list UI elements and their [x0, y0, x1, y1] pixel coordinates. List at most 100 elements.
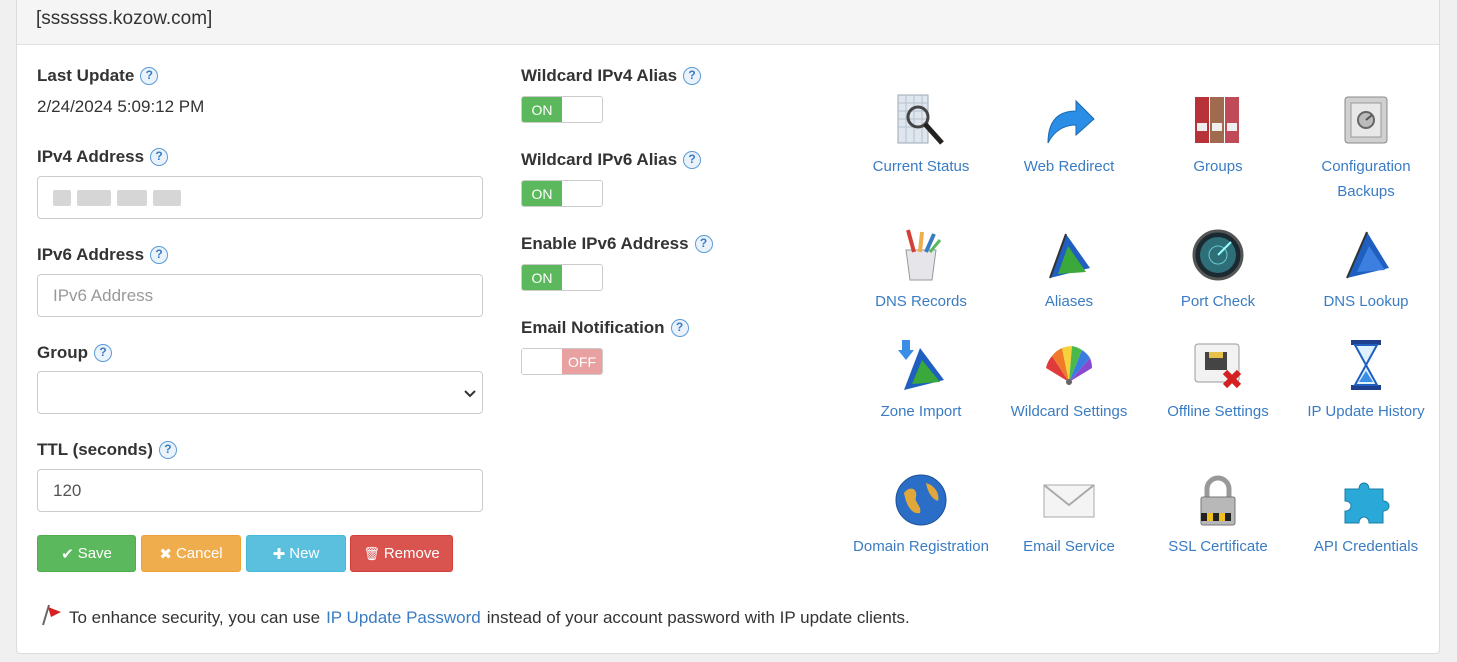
notice-text-prefix: To enhance security, you can use	[69, 607, 321, 627]
group-select[interactable]	[37, 371, 483, 414]
tile-label: Domain Registration	[853, 538, 989, 555]
ttl-label: TTL (seconds) ?	[37, 440, 177, 460]
ipv6-label-text: IPv6 Address	[37, 245, 145, 264]
redacted-ip-value	[53, 189, 181, 206]
ip-update-history-icon	[1338, 337, 1394, 393]
tile-port-check[interactable]: Port Check	[1144, 227, 1292, 314]
tile-domain-registration[interactable]: Domain Registration	[847, 472, 995, 559]
help-icon[interactable]: ?	[150, 246, 169, 264]
tile-label: Offline Settings	[1167, 403, 1269, 420]
toggle-on-state: ON	[522, 181, 562, 206]
help-icon[interactable]: ?	[683, 67, 702, 85]
tile-label: Port Check	[1180, 293, 1256, 310]
wildcard-ipv6-toggle[interactable]: ON	[521, 180, 603, 207]
ttl-label-text: TTL (seconds)	[37, 440, 153, 459]
ipv4-label-text: IPv4 Address	[37, 147, 145, 166]
zone-import-icon	[893, 337, 949, 393]
email-notification-label-text: Email Notification	[521, 318, 665, 337]
tile-label: DNS Records	[875, 293, 967, 310]
group-label-text: Group	[37, 343, 88, 362]
tile-wildcard-settings[interactable]: Wildcard Settings	[995, 337, 1143, 424]
tile-groups[interactable]: Groups	[1144, 92, 1292, 179]
help-icon[interactable]: ?	[158, 441, 177, 459]
enable-ipv6-toggle[interactable]: ON	[521, 264, 603, 291]
toggle-handle	[562, 97, 602, 122]
wildcard-ipv4-label-text: Wildcard IPv4 Alias	[521, 66, 678, 85]
configuration-backups-icon	[1338, 92, 1394, 148]
tile-aliases[interactable]: Aliases	[995, 227, 1143, 314]
tile-current-status[interactable]: Current Status	[847, 92, 995, 179]
last-update-label-text: Last Update	[37, 66, 135, 85]
help-icon[interactable]: ?	[683, 151, 702, 169]
toggle-handle	[562, 265, 602, 290]
tile-label: API Credentials	[1313, 538, 1419, 555]
tile-api-credentials[interactable]: API Credentials	[1292, 472, 1440, 559]
web-redirect-icon	[1041, 92, 1097, 148]
api-credentials-icon	[1338, 472, 1394, 528]
ipv4-address-input[interactable]	[37, 176, 483, 219]
help-icon[interactable]: ?	[670, 319, 689, 337]
group-label: Group ?	[37, 343, 112, 363]
tile-ip-update-history[interactable]: IP Update History	[1292, 337, 1440, 424]
tile-label: SSL Certificate	[1168, 538, 1268, 555]
help-icon[interactable]: ?	[94, 344, 112, 362]
tile-web-redirect[interactable]: Web Redirect	[995, 92, 1143, 179]
toggle-on-state: ON	[522, 265, 562, 290]
cancel-button-label: Cancel	[175, 545, 223, 562]
wildcard-settings-icon	[1041, 337, 1097, 393]
tile-label: Current Status	[872, 158, 970, 175]
tile-ssl-certificate[interactable]: SSL Certificate	[1144, 472, 1292, 559]
tile-offline-settings[interactable]: Offline Settings	[1144, 337, 1292, 424]
help-icon[interactable]: ?	[150, 148, 169, 166]
dns-records-icon	[893, 227, 949, 283]
toggle-handle	[562, 181, 602, 206]
wildcard-ipv6-label-text: Wildcard IPv6 Alias	[521, 150, 678, 169]
tile-email-service[interactable]: Email Service	[995, 472, 1143, 559]
save-button[interactable]: ✔ Save	[37, 535, 136, 572]
tile-label: IP Update History	[1307, 403, 1425, 420]
email-notification-toggle[interactable]: OFF	[521, 348, 603, 375]
port-check-icon	[1190, 227, 1246, 283]
close-icon: ✖	[159, 545, 172, 563]
groups-icon	[1190, 92, 1246, 148]
help-icon[interactable]: ?	[694, 235, 713, 253]
ipv6-label: IPv6 Address ?	[37, 245, 169, 265]
aliases-icon	[1041, 227, 1097, 283]
offline-settings-icon	[1190, 337, 1246, 393]
red-flag-icon	[39, 603, 63, 632]
tile-label: DNS Lookup	[1323, 293, 1409, 310]
new-button[interactable]: ✚ New	[246, 535, 346, 572]
cancel-button[interactable]: ✖ Cancel	[141, 535, 241, 572]
tile-label: Web Redirect	[1023, 158, 1115, 175]
tile-configuration-backups[interactable]: Configuration Backups	[1292, 92, 1440, 204]
toggle-off-state: OFF	[562, 349, 602, 374]
tile-label: Configuration Backups	[1321, 158, 1411, 200]
ipv6-address-input[interactable]: IPv6 Address	[37, 274, 483, 317]
ssl-certificate-icon	[1190, 472, 1246, 528]
ttl-input[interactable]: 120	[37, 469, 483, 512]
toggle-handle	[522, 349, 562, 374]
new-button-label: New	[289, 545, 320, 562]
check-icon: ✔	[61, 545, 74, 563]
save-button-label: Save	[77, 545, 112, 562]
domain-registration-icon	[893, 472, 949, 528]
email-notification-label: Email Notification ?	[521, 318, 689, 338]
wildcard-ipv4-toggle[interactable]: ON	[521, 96, 603, 123]
domain-panel: [sssssss.kozow.com] Last Update ? 2/24/2…	[16, 0, 1440, 654]
ip-update-password-link[interactable]: IP Update Password	[326, 608, 481, 628]
panel-title: [sssssss.kozow.com]	[17, 0, 1439, 45]
remove-button[interactable]: 🗑 Remove	[350, 535, 453, 572]
last-update-value: 2/24/2024 5:09:12 PM	[37, 97, 205, 116]
ipv4-label: IPv4 Address ?	[37, 147, 169, 167]
dns-lookup-icon	[1338, 227, 1394, 283]
tile-label: Aliases	[1044, 293, 1094, 310]
remove-button-label: Remove	[383, 545, 440, 562]
tile-dns-records[interactable]: DNS Records	[847, 227, 995, 314]
wildcard-ipv4-label: Wildcard IPv4 Alias ?	[521, 66, 702, 86]
last-update-label: Last Update ?	[37, 66, 159, 86]
help-icon[interactable]: ?	[140, 67, 159, 85]
tile-label: Groups	[1193, 158, 1243, 175]
tile-zone-import[interactable]: Zone Import	[847, 337, 995, 424]
notice-text-suffix: instead of your account password with IP…	[486, 607, 910, 627]
tile-dns-lookup[interactable]: DNS Lookup	[1292, 227, 1440, 314]
